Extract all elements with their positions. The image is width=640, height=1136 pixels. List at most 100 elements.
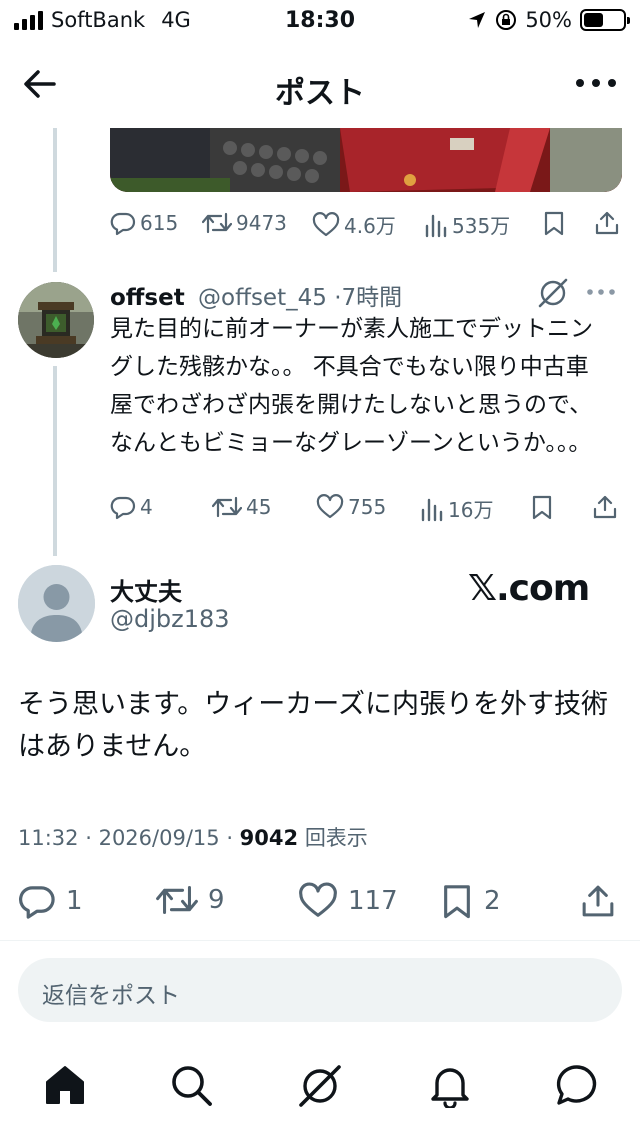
bookmark-icon (544, 211, 564, 236)
offset-tweet-actions: 4 45 755 16万 (0, 494, 640, 524)
main-tweet-date: 2026/09/15 (98, 826, 220, 850)
main-reply-count: 1 (66, 886, 83, 916)
parent-like-button[interactable]: 4.6万 (312, 210, 396, 239)
main-tweet-meta: 11:32 · 2026/09/15 · 9042 回表示 (18, 822, 368, 852)
more-options-button[interactable] (574, 68, 618, 98)
main-like-count: 117 (348, 886, 398, 916)
default-avatar-icon (18, 565, 95, 642)
reply-icon (110, 496, 136, 520)
car-door-photo (110, 128, 622, 192)
home-icon (46, 1066, 84, 1104)
main-retweet-count: 9 (208, 885, 225, 915)
share-icon (593, 495, 617, 519)
page-title: ポスト (275, 76, 365, 111)
grok-icon (538, 278, 568, 308)
main-share-button[interactable] (580, 882, 616, 920)
chat-bubble-icon (556, 1065, 597, 1105)
offset-reply-count: 4 (140, 495, 153, 519)
reply-input-placeholder: 返信をポスト (42, 983, 180, 1009)
parent-reply-count: 615 (140, 211, 179, 235)
main-tweet-actions: 1 9 117 2 (0, 880, 640, 924)
main-reply-button[interactable]: 1 (18, 882, 83, 920)
bookmark-icon (532, 495, 552, 520)
main-author-name[interactable]: 大丈夫 (110, 572, 182, 607)
analytics-icon (421, 498, 443, 521)
retweet-icon (202, 212, 232, 234)
bell-icon (431, 1068, 469, 1110)
reply-input[interactable]: 返信をポスト (18, 958, 622, 1022)
heart-icon (312, 211, 340, 236)
location-arrow-icon (469, 12, 486, 28)
offset-tweet-text: 見た目的に前オーナーが素人施工でデットニングした残骸かな。。 不具合でもない限り… (110, 316, 593, 456)
main-tweet-views-label: 回表示 (304, 826, 368, 850)
thread-line-top (53, 128, 57, 272)
offset-avatar[interactable] (18, 282, 94, 358)
offset-views-count: 16万 (448, 498, 494, 522)
parent-views-count: 535万 (452, 214, 511, 238)
nav-home[interactable] (42, 1062, 90, 1110)
offset-share-button[interactable] (592, 494, 618, 520)
parent-like-count: 4.6万 (344, 214, 396, 238)
offset-reply-button[interactable]: 4 (110, 494, 153, 520)
nav-messages[interactable] (554, 1062, 602, 1110)
offset-views-button[interactable]: 16万 (420, 494, 493, 523)
main-bookmark-button[interactable]: 2 (440, 882, 501, 920)
offset-bookmark-button[interactable] (530, 494, 554, 520)
battery-percent: 50% (525, 8, 572, 32)
parent-bookmark-button[interactable] (542, 210, 566, 236)
meta-separator: · (226, 826, 240, 850)
status-right: 50% (467, 8, 630, 32)
thread-line-mid (53, 366, 57, 556)
more-horizontal-icon (576, 79, 616, 87)
xcom-brand-label: 𝕏.com (468, 568, 590, 609)
battery-icon (580, 9, 630, 31)
offset-handle[interactable]: @offset_45 (198, 285, 327, 311)
nav-grok[interactable] (296, 1062, 344, 1110)
main-tweet-views[interactable]: 9042 (240, 826, 298, 850)
retweet-icon (212, 496, 242, 518)
nav-search[interactable] (168, 1062, 216, 1110)
divider (0, 940, 640, 941)
offset-more-button[interactable] (586, 282, 616, 306)
main-tweet-time: 11:32 (18, 826, 79, 850)
bottom-navigation (0, 1050, 640, 1136)
main-avatar[interactable] (18, 565, 95, 642)
offset-name[interactable]: offset (110, 285, 185, 311)
parent-tweet-media[interactable] (110, 128, 622, 192)
main-author-handle[interactable]: @djbz183 (110, 605, 230, 633)
offset-retweet-count: 45 (246, 495, 272, 519)
main-like-button[interactable]: 117 (298, 882, 398, 920)
grok-button[interactable] (536, 276, 570, 314)
main-bookmark-count: 2 (484, 886, 501, 916)
offset-header: offset @offset_45 ·7時間 (110, 278, 402, 312)
offset-like-button[interactable]: 755 (316, 494, 386, 520)
rotation-lock-icon (496, 10, 517, 30)
search-icon (172, 1066, 212, 1106)
main-retweet-button[interactable]: 9 (156, 882, 225, 918)
nav-notifications[interactable] (428, 1062, 476, 1110)
offset-retweet-button[interactable]: 45 (212, 494, 271, 520)
bookmark-icon (444, 885, 470, 919)
parent-retweet-count: 9473 (236, 211, 287, 235)
lantern-avatar-image (18, 282, 94, 358)
retweet-icon (156, 886, 198, 914)
analytics-icon (425, 214, 447, 237)
main-tweet-text: そう思います。ウィーカーズに内張りを外す技術はありません。 (18, 689, 608, 762)
top-header: ポスト (0, 44, 640, 124)
reply-icon (110, 212, 136, 236)
parent-tweet-actions: 615 9473 4.6万 535万 (0, 210, 640, 240)
share-icon (595, 211, 619, 235)
share-icon (582, 885, 614, 917)
offset-like-count: 755 (348, 495, 387, 519)
meta-separator: · (85, 826, 99, 850)
more-horizontal-icon (587, 289, 615, 295)
parent-views-button[interactable]: 535万 (424, 210, 510, 239)
heart-icon (316, 494, 344, 519)
parent-reply-button[interactable]: 615 (110, 210, 178, 236)
reply-icon (19, 886, 55, 919)
status-bar: SoftBank 4G 18:30 50% (0, 0, 640, 44)
parent-retweet-button[interactable]: 9473 (202, 210, 287, 236)
parent-share-button[interactable] (594, 210, 620, 236)
offset-time: ·7時間 (334, 285, 403, 311)
heart-icon (299, 882, 337, 917)
